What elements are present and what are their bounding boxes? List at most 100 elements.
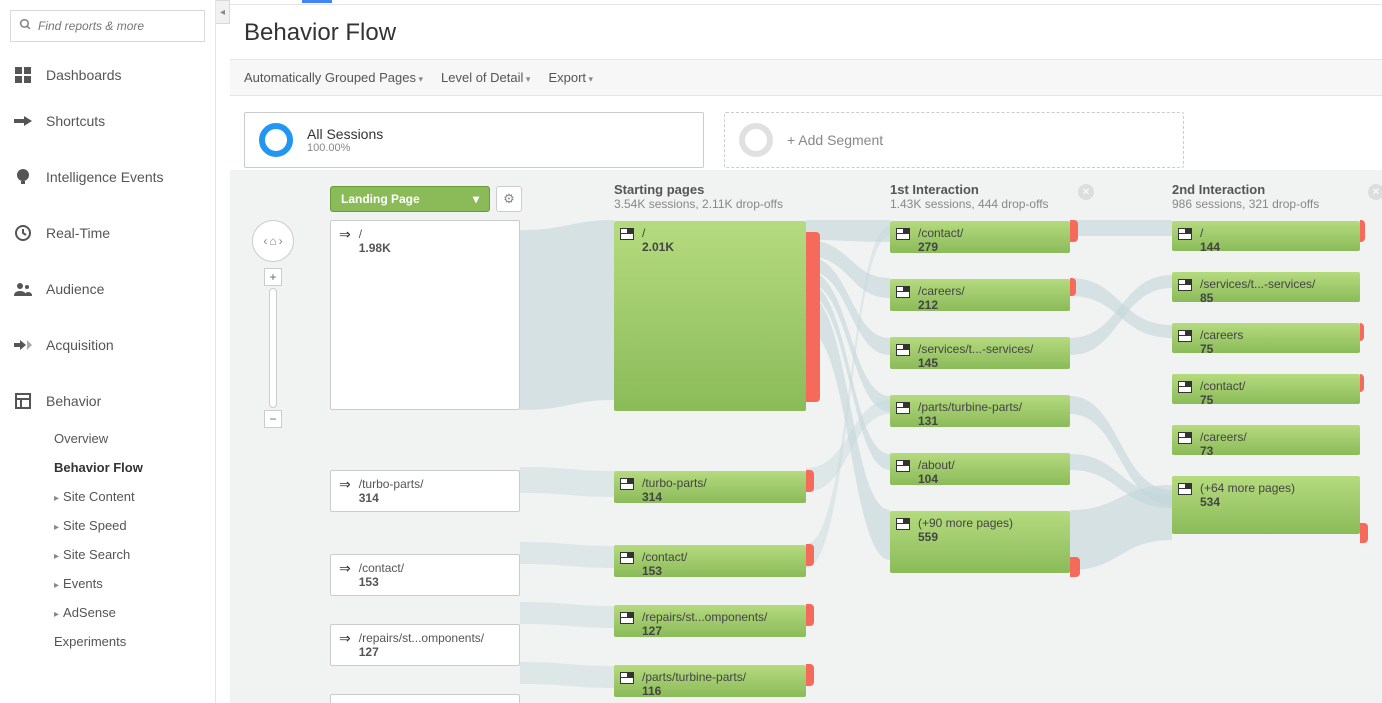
toolbar-level-detail[interactable]: Level of Detail — [441, 70, 530, 85]
toolbar: Automatically Grouped Pages Level of Det… — [230, 59, 1382, 96]
segment-title: All Sessions — [307, 126, 383, 142]
flow-node[interactable]: /parts/turbine-parts/131 — [890, 395, 1070, 427]
shortcut-icon — [14, 112, 32, 130]
nav-acquisition[interactable]: Acquisition — [0, 322, 215, 368]
through-arrow-icon: ⇒ — [339, 561, 351, 575]
nav-dashboards[interactable]: Dashboards — [0, 52, 215, 98]
main-panel: Behavior Flow Automatically Grouped Page… — [230, 0, 1382, 703]
flow-node[interactable]: /contact/75 — [1172, 374, 1360, 404]
node-path: /careers/ — [1200, 430, 1247, 444]
node-value: 144 — [1200, 240, 1220, 254]
behavior-flow-canvas[interactable]: Landing Page ▾ ⚙ ⇒/1.98K⇒/turbo-parts/31… — [230, 170, 1382, 703]
node-path: /contact/ — [918, 226, 963, 240]
page-icon — [896, 286, 910, 298]
flow-node[interactable]: /careers/212 — [890, 279, 1070, 311]
chevron-right-icon: › — [279, 234, 283, 248]
home-icon: ⌂ — [269, 234, 276, 248]
flow-node[interactable]: /about/104 — [890, 453, 1070, 485]
flow-node[interactable]: /144 — [1172, 221, 1360, 251]
segment-ring-icon — [259, 123, 293, 157]
node-value: 153 — [359, 575, 404, 589]
flow-node[interactable]: /parts/turbine-parts/116 — [614, 665, 806, 697]
dropoff-bar — [806, 232, 820, 402]
landing-node[interactable]: ⇒/1.98K — [330, 220, 520, 410]
node-value: 116 — [642, 684, 746, 698]
nav-site-content[interactable]: Site Content — [0, 482, 215, 511]
zoom-out-button[interactable]: − — [264, 410, 282, 428]
flow-settings-button[interactable]: ⚙ — [496, 186, 522, 212]
nav-behavior-flow[interactable]: Behavior Flow — [0, 453, 215, 482]
flow-node[interactable]: /careers/73 — [1172, 425, 1360, 455]
node-value: 75 — [1200, 342, 1243, 356]
nav-adsense[interactable]: AdSense — [0, 598, 215, 627]
nav-audience[interactable]: Audience — [0, 266, 215, 312]
flow-node[interactable]: /services/t...-services/145 — [890, 337, 1070, 369]
flow-node[interactable]: /contact/279 — [890, 221, 1070, 253]
close-icon[interactable]: ✕ — [1078, 184, 1094, 200]
nav-shortcuts[interactable]: Shortcuts — [0, 98, 215, 144]
nav-site-speed[interactable]: Site Speed — [0, 511, 215, 540]
flow-node[interactable]: /careers75 — [1172, 323, 1360, 353]
page-icon — [896, 460, 910, 472]
page-icon — [896, 228, 910, 240]
flow-node[interactable]: /contact/153 — [614, 545, 806, 577]
dropoff-bar — [1070, 557, 1080, 577]
active-tab-indicator — [302, 0, 332, 3]
node-value: 75 — [1200, 393, 1245, 407]
home-button[interactable]: ‹ ⌂ › — [252, 220, 294, 262]
chevron-down-icon: ▾ — [473, 192, 479, 206]
page-icon — [1178, 432, 1192, 444]
nav-site-search[interactable]: Site Search — [0, 540, 215, 569]
landing-page-dropdown[interactable]: Landing Page ▾ — [330, 186, 490, 212]
nav-intelligence[interactable]: Intelligence Events — [0, 154, 215, 200]
node-value: 534 — [1200, 495, 1295, 509]
flow-node[interactable]: /turbo-parts/314 — [614, 471, 806, 503]
flow-node[interactable]: (+90 more pages)559 — [890, 511, 1070, 573]
node-path: /careers — [1200, 328, 1243, 342]
gear-icon: ⚙ — [503, 191, 515, 207]
nav-experiments[interactable]: Experiments — [0, 627, 215, 656]
dashboard-icon — [14, 66, 32, 84]
column-title: 2nd Interaction — [1172, 182, 1360, 197]
flow-node[interactable]: /repairs/st...omponents/127 — [614, 605, 806, 637]
landing-node[interactable]: ⇒ /contact/153 — [330, 554, 520, 596]
segment-pct: 100.00% — [307, 142, 383, 154]
landing-node[interactable]: ⇒/turbo-parts/314 — [330, 470, 520, 512]
flow-node[interactable]: /2.01K — [614, 221, 806, 411]
toolbar-grouped-pages[interactable]: Automatically Grouped Pages — [244, 70, 423, 85]
nav-behavior-overview[interactable]: Overview — [0, 424, 215, 453]
segment-all-sessions[interactable]: All Sessions 100.00% — [244, 112, 704, 168]
zoom-slider[interactable] — [269, 288, 277, 408]
flow-node[interactable]: /services/t...-services/85 — [1172, 272, 1360, 302]
search-input[interactable] — [38, 19, 196, 33]
zoom-in-button[interactable]: + — [264, 268, 282, 286]
node-path: /contact/ — [642, 550, 687, 564]
nav-label: Intelligence Events — [46, 169, 164, 185]
node-path: /contact/ — [359, 561, 404, 575]
dropoff-bar — [806, 544, 814, 566]
node-path: /parts/turbine-parts/ — [918, 400, 1022, 414]
nav-realtime[interactable]: Real-Time — [0, 210, 215, 256]
node-path: /repairs/st...omponents/ — [642, 610, 767, 624]
flow-node[interactable]: (+64 more pages)534 — [1172, 476, 1360, 534]
nav-events[interactable]: Events — [0, 569, 215, 598]
node-path: /repairs/st...omponents/ — [359, 631, 484, 645]
search-reports[interactable] — [10, 10, 205, 42]
nav-label: Dashboards — [46, 67, 122, 83]
node-path: (+90 more pages) — [918, 516, 1013, 530]
node-path: /services/t...-services/ — [918, 342, 1033, 356]
acquisition-icon — [14, 336, 32, 354]
node-path: / — [1200, 226, 1220, 240]
landing-node[interactable]: ⇒/repairs/st...omponents/127 — [330, 624, 520, 666]
landing-node[interactable]: ⇒/parts/turbine-parts/116 — [330, 694, 520, 703]
add-segment-label: + Add Segment — [787, 132, 883, 148]
toolbar-export[interactable]: Export — [548, 70, 593, 85]
page-icon — [896, 518, 910, 530]
close-icon[interactable]: ✕ — [1368, 184, 1382, 200]
flow-zoom-controls: ‹ ⌂ › + − — [252, 220, 294, 428]
node-value: 145 — [918, 356, 1033, 370]
add-segment-button[interactable]: + Add Segment — [724, 112, 1184, 168]
sidebar-collapse-button[interactable]: ◂ — [216, 0, 230, 24]
nav-behavior[interactable]: Behavior — [0, 378, 215, 424]
dropoff-bar — [1070, 220, 1078, 242]
